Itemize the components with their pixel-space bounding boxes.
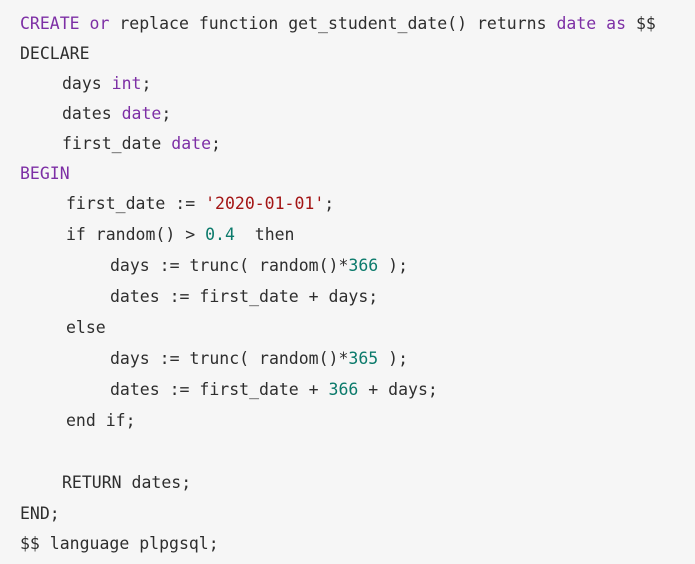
- code-line: RETURN dates;: [62, 472, 191, 494]
- code-token: 0.4: [205, 225, 235, 244]
- code-line: dates date;: [62, 103, 171, 125]
- code-token: dates := first_date + days;: [110, 287, 379, 306]
- code-token: days := trunc( random()*: [110, 256, 349, 275]
- code-line: days := trunc( random()*366 );: [110, 255, 408, 277]
- code-token: dates: [62, 104, 122, 123]
- code-line: if random() > 0.4 then: [66, 224, 295, 246]
- code-token: days: [62, 74, 112, 93]
- code-token: dates := first_date +: [110, 380, 329, 399]
- code-token: date: [171, 134, 212, 153]
- code-line: BEGIN: [20, 163, 70, 185]
- code-token: 366: [348, 256, 379, 275]
- code-token: '2020-01-01': [205, 194, 325, 213]
- code-token: );: [378, 256, 409, 275]
- code-token: ;: [141, 74, 152, 93]
- code-token: replace function get_student_date() retu…: [119, 14, 557, 33]
- code-token: int: [111, 74, 142, 93]
- code-line: days int;: [62, 73, 151, 95]
- code-token: then: [234, 225, 295, 244]
- code-token: RETURN dates;: [62, 473, 192, 492]
- code-token: $$: [626, 14, 656, 33]
- code-token: end if;: [66, 411, 136, 430]
- code-line: first_date date;: [62, 133, 221, 155]
- code-token: else: [66, 318, 106, 337]
- code-token: END;: [20, 504, 60, 523]
- code-line: dates := first_date + days;: [110, 286, 378, 308]
- code-token: date: [121, 104, 162, 123]
- code-token: 365: [348, 349, 379, 368]
- code-token: ;: [324, 194, 335, 213]
- code-token: as: [606, 14, 627, 33]
- code-line: $$ language plpgsql;: [20, 533, 219, 555]
- code-token: BEGIN: [20, 164, 70, 183]
- code-block: CREATE or replace function get_student_d…: [0, 0, 695, 564]
- code-token: or: [79, 14, 120, 33]
- code-line: DECLARE: [20, 43, 90, 65]
- code-token: if random() >: [66, 225, 206, 244]
- code-line: END;: [20, 503, 60, 525]
- code-token: first_date: [62, 134, 172, 153]
- code-line: end if;: [66, 410, 136, 432]
- code-token: first_date :=: [66, 194, 206, 213]
- code-line: else: [66, 317, 106, 339]
- code-line: days := trunc( random()*365 );: [110, 348, 408, 370]
- code-line: first_date := '2020-01-01';: [66, 193, 334, 215]
- code-token: ;: [161, 104, 172, 123]
- code-token: 366: [328, 380, 359, 399]
- code-token: days := trunc( random()*: [110, 349, 349, 368]
- code-token: DECLARE: [20, 44, 90, 63]
- code-line: dates := first_date + 366 + days;: [110, 379, 438, 401]
- code-token: ;: [211, 134, 221, 153]
- code-line: CREATE or replace function get_student_d…: [20, 13, 656, 35]
- code-token: );: [378, 349, 409, 368]
- code-token: date: [556, 14, 597, 33]
- code-token: + days;: [358, 380, 438, 399]
- code-token: $$ language plpgsql;: [20, 534, 219, 553]
- code-token: CREATE: [20, 14, 80, 33]
